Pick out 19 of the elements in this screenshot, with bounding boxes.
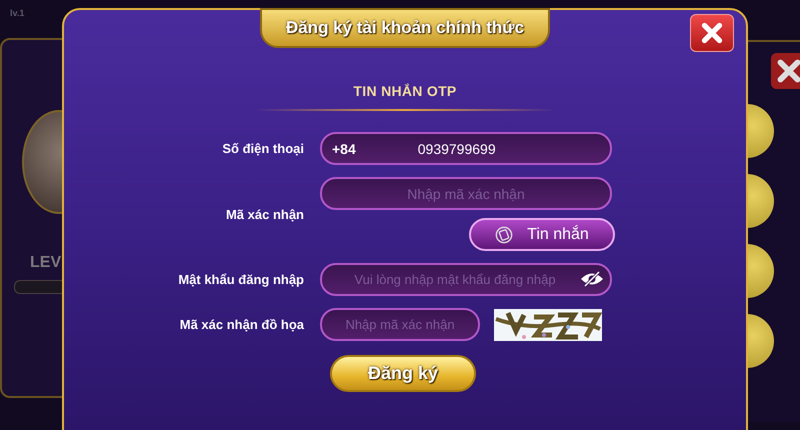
password-field[interactable]: Vui lòng nhập mật khẩu đăng nhập <box>320 263 612 296</box>
dialog-title: Đăng ký tài khoản chính thức <box>260 8 550 48</box>
section-title: TIN NHẮN OTP <box>353 83 457 99</box>
phone-icon <box>495 226 514 244</box>
input-field[interactable]: Nhập mã xác nhận <box>320 308 480 341</box>
sms-button[interactable]: Tin nhắn <box>469 218 615 251</box>
field-label: Số điện thoại <box>222 141 304 156</box>
input-field[interactable]: Nhập mã xác nhận <box>320 177 612 210</box>
level-heading: LEV <box>30 254 62 272</box>
field-label: Mật khẩu đăng nhập <box>178 272 304 287</box>
close-icon[interactable] <box>770 52 800 90</box>
phone-number: 0939799699 <box>418 140 496 156</box>
field-label: Mã xác nhận <box>226 206 304 222</box>
phone-field[interactable]: +84 0939799699 <box>320 132 612 165</box>
eye-slash-icon[interactable] <box>580 271 604 287</box>
close-button[interactable] <box>690 14 734 52</box>
level-text: lv.1 <box>10 8 24 18</box>
field-label: Mã xác nhận đồ họa <box>180 317 304 332</box>
country-code: +84 <box>332 140 356 156</box>
